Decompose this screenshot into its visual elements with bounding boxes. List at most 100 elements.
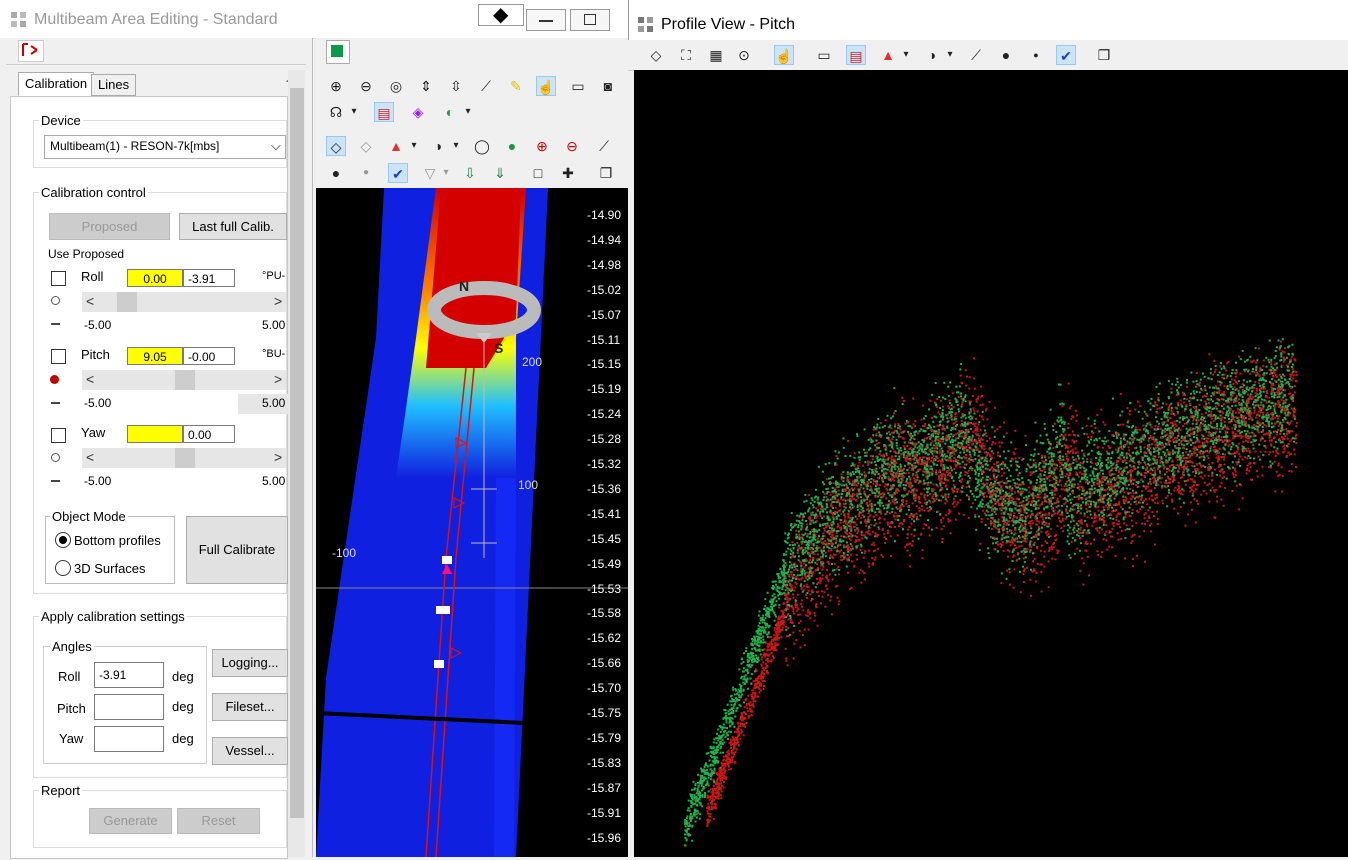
fit-view-icon[interactable]: ⛶	[676, 45, 696, 65]
minimize-button[interactable]	[526, 9, 566, 31]
yaw-slider-thumb[interactable]	[175, 448, 195, 468]
slider-right-icon[interactable]: >	[274, 371, 282, 387]
apply-roll-label: Roll	[58, 669, 80, 684]
angles-label: Angles	[50, 639, 94, 654]
check-tool-icon[interactable]: ✔	[388, 163, 408, 183]
camera-icon[interactable]: ◙	[598, 76, 618, 96]
yaw-current-value[interactable]: 0.00	[183, 425, 235, 443]
panel-scrollbar-thumb[interactable]	[290, 88, 304, 818]
reset-button[interactable]: Reset	[177, 808, 260, 834]
pitch-use-proposed-checkbox[interactable]	[51, 349, 66, 364]
zoom-in-icon[interactable]: ⊕	[326, 76, 346, 96]
slider-left-icon[interactable]: <	[86, 293, 94, 309]
zoom-out-icon[interactable]: ⊖	[356, 76, 376, 96]
zoom-fit-icon[interactable]: ◎	[386, 76, 406, 96]
maximize-button[interactable]	[570, 9, 610, 31]
dropdown-arrow-icon[interactable]: ▾	[940, 45, 960, 65]
windows-icon[interactable]: ❐	[596, 163, 616, 183]
apply-pitch-input[interactable]	[94, 694, 164, 720]
tab-calibration[interactable]: Calibration	[18, 72, 94, 96]
diamond-button[interactable]: ◆	[478, 4, 524, 26]
color-by-depth-icon[interactable]: ▲	[878, 45, 898, 65]
vertical-reduce-icon[interactable]: ⇳	[446, 76, 466, 96]
ring-icon[interactable]: ◯	[472, 136, 492, 156]
filter-apply-icon[interactable]: ⇓	[490, 163, 510, 183]
line-tool-icon[interactable]: ⟋	[966, 45, 986, 65]
fileset-button[interactable]: Fileset...	[212, 693, 288, 721]
yaw-use-proposed-checkbox[interactable]	[51, 428, 66, 443]
roll-proposed-value: 0.00	[127, 269, 183, 287]
bottom-profiles-label: Bottom profiles	[74, 533, 161, 548]
pan-hand-icon[interactable]: ☝	[774, 45, 794, 65]
remove-point-icon[interactable]: ⊖	[562, 136, 582, 156]
slider-right-icon[interactable]: >	[274, 449, 282, 465]
small-dot-icon[interactable]: ●	[356, 163, 376, 183]
full-calibrate-button[interactable]: Full Calibrate	[186, 516, 288, 584]
roll-use-proposed-checkbox[interactable]	[51, 271, 66, 286]
roll-slider[interactable]: < >	[82, 292, 286, 312]
big-dot-icon[interactable]: ●	[996, 45, 1016, 65]
pitch-slider-thumb[interactable]	[175, 370, 195, 390]
lasso-icon[interactable]: ◇	[646, 45, 666, 65]
last-full-calib-button[interactable]: Last full Calib.	[179, 213, 287, 240]
measure-icon[interactable]: ▭	[814, 45, 834, 65]
color-scale-icon[interactable]: ▤	[374, 102, 394, 122]
color-mode-icon[interactable]: ◐	[440, 102, 460, 122]
apply-roll-input[interactable]: -3.91	[94, 662, 164, 688]
surface-view-icon[interactable]: ◇	[326, 136, 346, 156]
dropdown-arrow-icon[interactable]: ▾	[436, 163, 456, 183]
measure-icon[interactable]: ▭	[568, 76, 588, 96]
apply-yaw-input[interactable]	[94, 726, 164, 752]
dropdown-arrow-icon[interactable]: ▾	[896, 45, 916, 65]
vertical-exaggerate-icon[interactable]: ⇕	[416, 76, 436, 96]
zoom-icon[interactable]: ⊙	[734, 45, 754, 65]
add-point-icon[interactable]: ⊕	[532, 136, 552, 156]
profile-point-cloud[interactable]	[634, 70, 1348, 857]
apply-pitch-unit: deg	[172, 699, 194, 714]
depth-label: -14.94	[587, 233, 621, 247]
check-tool-icon[interactable]: ✔	[1056, 45, 1076, 65]
generate-button[interactable]: Generate	[89, 808, 172, 834]
color-by-depth-icon[interactable]: ▲	[386, 136, 406, 156]
dropdown-arrow-icon[interactable]: ▾	[458, 102, 478, 122]
device-select[interactable]: Multibeam(1) - RESON-7k[mbs] ⌵	[44, 135, 286, 159]
big-dot-icon[interactable]: ●	[326, 163, 346, 183]
palette-icon[interactable]: ◈	[408, 102, 428, 122]
windows-icon[interactable]: ❐	[1094, 45, 1114, 65]
slider-right-icon[interactable]: >	[274, 293, 282, 309]
surface-alt-icon[interactable]: ◇	[356, 136, 376, 156]
crosshair-icon[interactable]: ✚	[558, 163, 578, 183]
yaw-slider[interactable]: < >	[82, 448, 286, 468]
zoom-window-icon[interactable]: ▦	[706, 45, 726, 65]
panel-toggle-icon[interactable]	[326, 40, 350, 64]
rectangle-select-icon[interactable]: □	[528, 163, 548, 183]
dropdown-arrow-icon[interactable]: ▾	[344, 102, 364, 122]
pitch-slider[interactable]: < >	[82, 370, 286, 390]
pitch-current-value[interactable]: -0.00	[183, 347, 235, 365]
map-view-icon[interactable]	[18, 40, 44, 62]
roll-slider-thumb[interactable]	[117, 292, 137, 312]
apply-roll-unit: deg	[172, 669, 194, 684]
vessel-button[interactable]: Vessel...	[212, 737, 288, 765]
3d-surfaces-radio[interactable]	[55, 560, 71, 576]
proposed-button[interactable]: Proposed	[49, 213, 170, 240]
slider-left-icon[interactable]: <	[86, 371, 94, 387]
color-scale-icon[interactable]: ▤	[846, 45, 866, 65]
light-icon[interactable]: ✎	[506, 76, 526, 96]
roll-current-value[interactable]: -3.91	[183, 269, 235, 287]
filter-down-icon[interactable]: ⇩	[460, 163, 480, 183]
pan-hand-icon[interactable]: ☝	[536, 76, 556, 96]
line-tool-icon[interactable]: ⟋	[594, 136, 614, 156]
profile-tool-icon[interactable]: ☊	[326, 102, 346, 122]
pick-icon[interactable]: ⟋	[476, 76, 496, 96]
slider-left-icon[interactable]: <	[86, 449, 94, 465]
bottom-profiles-radio[interactable]	[55, 532, 71, 548]
dropdown-arrow-icon[interactable]: ▾	[404, 136, 424, 156]
shading-icon[interactable]: ◑	[428, 136, 448, 156]
logging-button[interactable]: Logging...	[212, 649, 288, 677]
small-dot-icon[interactable]: ●	[1026, 45, 1046, 65]
dropdown-arrow-icon[interactable]: ▾	[446, 136, 466, 156]
shading-icon[interactable]: ◑	[922, 45, 942, 65]
tab-lines[interactable]: Lines	[91, 74, 136, 96]
filled-circle-icon[interactable]: ●	[502, 136, 522, 156]
